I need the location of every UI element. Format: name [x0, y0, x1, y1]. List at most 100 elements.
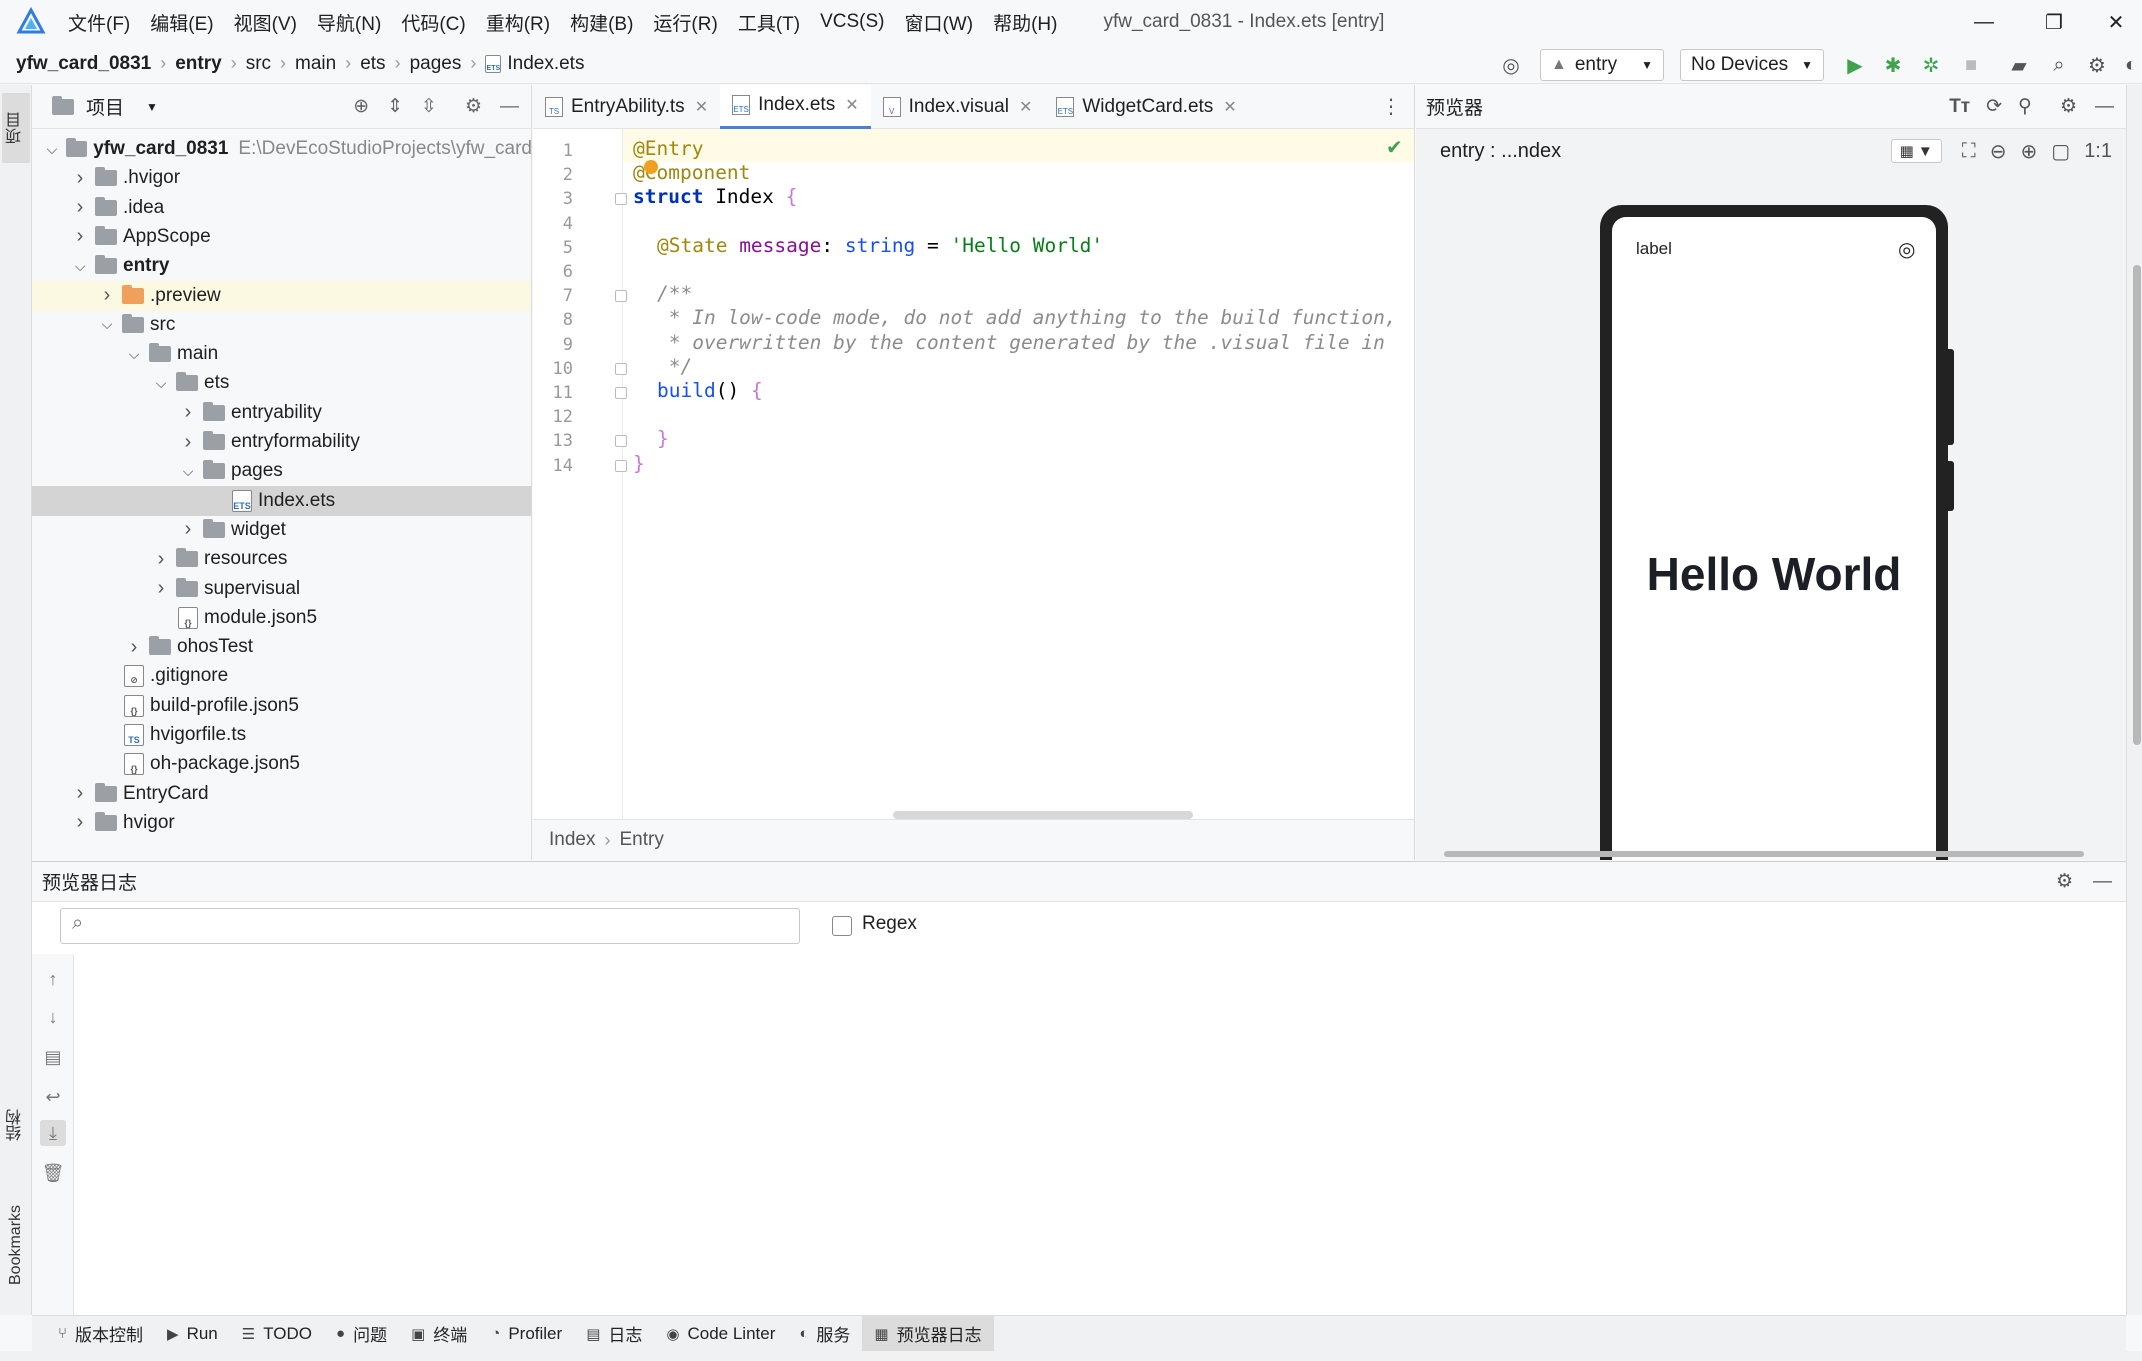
tree-item[interactable]: ⌵ pages [32, 456, 531, 486]
hide-icon[interactable]: — [2093, 871, 2112, 893]
zoom-in-icon[interactable]: ⊕ [2021, 139, 2038, 164]
tree-item[interactable]: ⌵ src [32, 310, 531, 340]
gear-icon[interactable]: ⚙ [2060, 95, 2077, 118]
tree-item[interactable]: ⌵ ets [32, 368, 531, 398]
actual-size-icon[interactable]: 1:1 [2084, 140, 2112, 163]
tree-item[interactable]: ETS Index.ets [32, 485, 531, 516]
menu-view[interactable]: 视图(V) [234, 9, 297, 36]
tree-item[interactable]: {} build-profile.json5 [32, 691, 531, 721]
bottom-tab[interactable]: ▶ Run [155, 1316, 230, 1352]
previewer-scrollbar[interactable] [1444, 851, 2084, 857]
bottom-tab[interactable]: ⑂ 版本控制 [46, 1316, 155, 1352]
structure-tool-tab[interactable]: 结构 [2, 1085, 30, 1165]
editor-tab-index-visual[interactable]: V Index.visual ✕ [871, 85, 1045, 129]
tree-item[interactable]: › .hvigor [32, 163, 531, 193]
zoom-out-icon[interactable]: ⊖ [1990, 139, 2007, 164]
menu-window[interactable]: 窗口(W) [904, 9, 973, 36]
tree-item[interactable]: {} oh-package.json5 [32, 749, 531, 779]
chevron-right-icon[interactable]: › [179, 401, 197, 424]
chevron-right-icon[interactable]: › [152, 548, 170, 571]
gear-icon[interactable]: ⚙ [465, 95, 482, 118]
editor-tab-entryability[interactable]: TS EntryAbility.ts ✕ [533, 85, 720, 129]
breadcrumb-item[interactable]: pages [410, 53, 462, 75]
target-icon[interactable]: ◎ [1498, 52, 1524, 78]
chevron-down-icon[interactable]: ⌵ [43, 141, 60, 158]
close-tab-icon[interactable]: ✕ [1019, 97, 1032, 117]
vertical-scrollbar[interactable] [2133, 265, 2141, 745]
run-icon[interactable]: ▶ [1842, 52, 1868, 78]
component-tree-button[interactable]: ▦ ▼ [1890, 139, 1942, 163]
menu-edit[interactable]: 编辑(E) [150, 9, 213, 36]
fold-marker-icon[interactable] [615, 290, 627, 303]
chevron-right-icon[interactable]: › [71, 811, 89, 834]
chevron-right-icon[interactable]: › [98, 284, 116, 307]
debug-icon[interactable]: ✱ [1880, 52, 1906, 78]
breadcrumb-item[interactable]: ets [360, 53, 385, 75]
breadcrumb-item[interactable]: yfw_card_0831 [16, 53, 151, 75]
chevron-right-icon[interactable]: › [71, 782, 89, 805]
project-tool-tab[interactable]: 项目 [2, 93, 30, 163]
tree-item[interactable]: {} module.json5 [32, 603, 531, 633]
bottom-tab[interactable]: ▦ 预览器日志 [862, 1315, 994, 1352]
breadcrumb-item[interactable]: entry [175, 53, 221, 75]
editor-tab-index-ets[interactable]: ETS Index.ets ✕ [720, 85, 871, 129]
scroll-to-end-icon[interactable]: ⤓ [40, 1120, 66, 1146]
minimize-button[interactable]: — [1954, 0, 2014, 44]
tree-item[interactable]: › widget [32, 515, 531, 545]
tree-item[interactable]: › supervisual [32, 574, 531, 604]
stop-icon[interactable]: ■ [1958, 52, 1984, 78]
fold-marker-icon[interactable] [615, 459, 627, 472]
bottom-tab[interactable]: ▤ 日志 [574, 1316, 654, 1352]
tree-item[interactable]: TS hvigorfile.ts [32, 720, 531, 750]
trash-icon[interactable]: 🗑 [40, 1160, 66, 1186]
tree-item[interactable]: › resources [32, 544, 531, 574]
fit-icon[interactable]: ▢ [2051, 139, 2070, 164]
more-tabs-icon[interactable]: ⋮ [1381, 94, 1401, 119]
tree-item[interactable]: ⌵ yfw_card_0831 E:\DevEcoStudioProjects\yf… [32, 134, 531, 164]
chevron-right-icon[interactable]: › [125, 636, 143, 659]
device-select[interactable]: No Devices ▼ [1680, 49, 1824, 81]
run-config-select[interactable]: ▲ entry ▼ [1540, 49, 1664, 81]
menu-build[interactable]: 构建(B) [570, 9, 633, 36]
bookmarks-tool-tab[interactable]: Bookmarks [2, 1185, 30, 1305]
menu-run[interactable]: 运行(R) [653, 9, 717, 36]
menu-code[interactable]: 代码(C) [401, 9, 465, 36]
bottom-tab[interactable]: ◐ 服务 [787, 1316, 862, 1352]
tree-item[interactable]: ⌵ main [32, 339, 531, 369]
expand-all-icon[interactable]: ⇕ [387, 95, 403, 118]
menu-help[interactable]: 帮助(H) [993, 9, 1057, 36]
fold-marker-icon[interactable] [615, 387, 627, 399]
chevron-down-icon[interactable]: ⌵ [179, 463, 197, 480]
menu-vcs[interactable]: VCS(S) [820, 11, 884, 33]
breadcrumb-item[interactable]: Index.ets [507, 53, 584, 75]
bottom-tab[interactable]: ◔ Profiler [479, 1316, 574, 1352]
tree-item[interactable]: › .preview [32, 280, 531, 311]
editor-breadcrumb-item[interactable]: Entry [619, 829, 663, 851]
chevron-right-icon[interactable]: › [179, 518, 197, 541]
tree-item[interactable]: ⌵ entry [32, 251, 531, 281]
close-tab-icon[interactable]: ✕ [1223, 97, 1236, 117]
attach-debugger-icon[interactable]: ✲ [1918, 52, 1944, 78]
menu-navigate[interactable]: 导航(N) [317, 9, 381, 36]
chevron-right-icon[interactable]: › [152, 577, 170, 600]
tree-item[interactable]: › ohosTest [32, 632, 531, 662]
bottom-tab[interactable]: ◉ Code Linter [654, 1316, 787, 1352]
chevron-down-icon[interactable]: ⌵ [71, 258, 89, 275]
bottom-tab[interactable]: ▣ 终端 [399, 1316, 479, 1352]
tree-item[interactable]: ⊘ .gitignore [32, 661, 531, 691]
tree-item[interactable]: › hvigor [32, 808, 531, 838]
log-search-input[interactable] [60, 908, 800, 944]
menu-refactor[interactable]: 重构(R) [486, 9, 550, 36]
phone-screen[interactable]: label ◎ Hello World [1612, 217, 1936, 860]
pin-icon[interactable]: ⚲ [2018, 95, 2032, 118]
menu-file[interactable]: 文件(F) [68, 9, 130, 36]
tree-item[interactable]: › EntryCard [32, 779, 531, 809]
fold-marker-icon[interactable] [615, 435, 627, 448]
intention-bulb-icon[interactable] [644, 160, 658, 174]
locate-icon[interactable]: ⊕ [353, 95, 369, 118]
arrow-down-icon[interactable]: ↓ [40, 1004, 66, 1030]
chevron-right-icon[interactable]: › [179, 431, 197, 454]
restore-button[interactable]: ❐ [2024, 0, 2084, 44]
collapse-all-icon[interactable]: ⇳ [421, 95, 437, 118]
chevron-right-icon[interactable]: › [71, 196, 89, 219]
